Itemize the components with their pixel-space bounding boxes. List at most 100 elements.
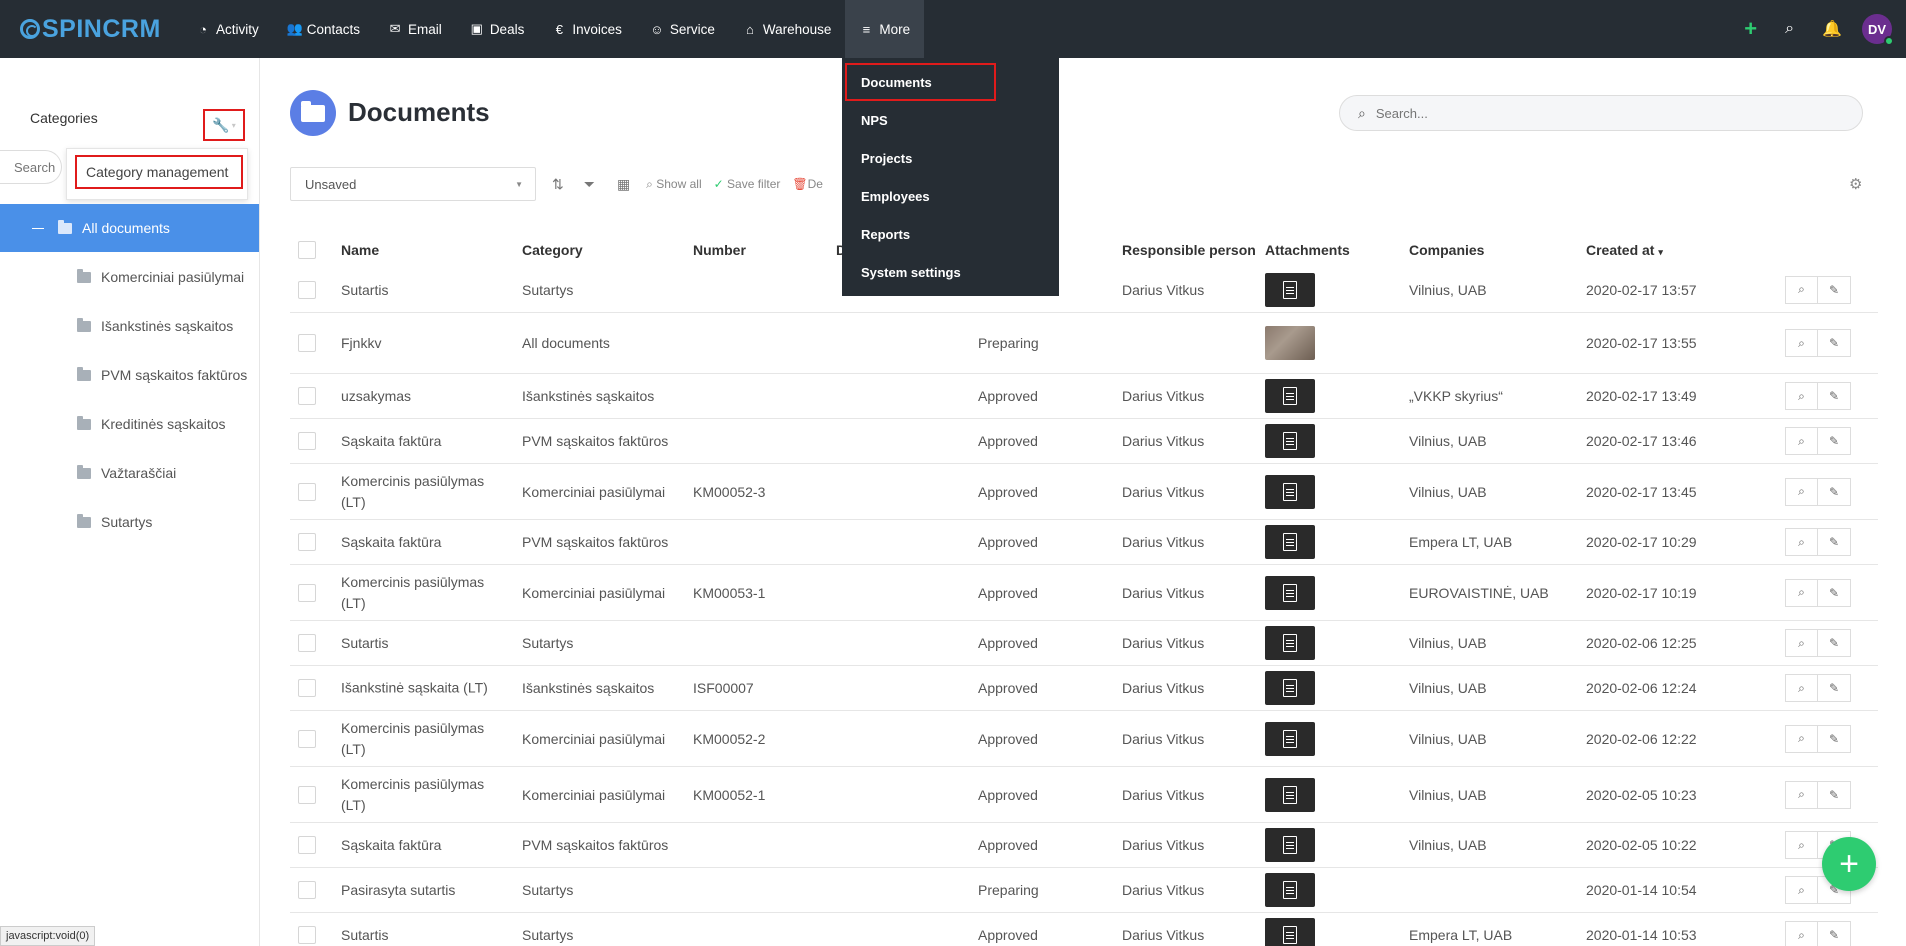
edit-button[interactable]: ✎ xyxy=(1818,780,1851,809)
row-checkbox[interactable] xyxy=(298,679,316,697)
view-button[interactable]: ⌕ xyxy=(1785,528,1818,556)
cell-company-link[interactable]: Vilnius, UAB xyxy=(1409,433,1487,449)
cell-name[interactable]: Komercinis pasiūlymas (LT) xyxy=(341,774,491,816)
add-document-fab[interactable]: + xyxy=(1822,837,1876,891)
saved-filter-select[interactable]: Unsaved ▼ xyxy=(290,167,536,201)
category-tools-button[interactable]: 🔧 ▾ xyxy=(203,109,245,141)
row-checkbox[interactable] xyxy=(298,482,316,501)
row-checkbox[interactable] xyxy=(298,280,316,299)
table-row[interactable]: Pasirasyta sutartis Sutartys Preparing Dari… xyxy=(290,867,1878,912)
table-row[interactable]: Išankstinė sąskaita (LT) Išankstinės sąsk… xyxy=(290,665,1878,710)
cell-category-link[interactable]: PVM sąskaitos faktūros xyxy=(522,433,668,449)
table-row[interactable]: Sutartis Sutartys Approved Darius Vitkus Vil… xyxy=(290,620,1878,665)
cell-category-link[interactable]: Sutartys xyxy=(522,882,573,898)
view-button[interactable]: ⌕ xyxy=(1785,674,1818,702)
user-avatar[interactable]: DV xyxy=(1862,14,1894,46)
cell-name[interactable]: Fjnkkv xyxy=(341,335,381,351)
cell-category-link[interactable]: Sutartys xyxy=(522,635,573,651)
cell-name[interactable]: Sutartis xyxy=(341,282,388,298)
nav-warehouse[interactable]: ⌂ Warehouse xyxy=(729,0,846,58)
cell-company-link[interactable]: Vilnius, UAB xyxy=(1409,731,1487,747)
cell-company-link[interactable]: Vilnius, UAB xyxy=(1409,837,1487,853)
cell-category-link[interactable]: Išankstinės sąskaitos xyxy=(522,680,654,696)
attachment-thumbnail[interactable] xyxy=(1265,424,1315,458)
category-management-option[interactable]: Category management xyxy=(75,155,243,189)
attachment-thumbnail[interactable] xyxy=(1265,379,1315,413)
nav-more[interactable]: ≡ More xyxy=(845,0,925,58)
view-button[interactable]: ⌕ xyxy=(1785,921,1818,946)
cell-company-link[interactable]: Vilnius, UAB xyxy=(1409,635,1487,651)
table-row[interactable]: Sąskaita faktūra PVM sąskaitos faktūros Ap… xyxy=(290,519,1878,564)
table-row[interactable]: Komercinis pasiūlymas (LT) Komerciniai pa… xyxy=(290,710,1878,766)
header-responsible[interactable]: Responsible person xyxy=(1122,242,1256,258)
cell-category-link[interactable]: Komerciniai pasiūlymai xyxy=(522,731,665,747)
cell-company-link[interactable]: „VKKP skyrius“ xyxy=(1409,388,1503,404)
attachment-thumbnail[interactable] xyxy=(1265,474,1315,509)
row-checkbox[interactable] xyxy=(298,729,316,748)
spincrm-logo[interactable]: SPINCRM xyxy=(20,15,182,44)
table-row[interactable]: Komercinis pasiūlymas (LT) Komerciniai pa… xyxy=(290,766,1878,822)
cell-company-link[interactable]: Vilnius, UAB xyxy=(1409,282,1487,298)
view-button[interactable]: ⌕ xyxy=(1785,724,1818,753)
table-row[interactable]: Sutartis Sutartys Approved Darius Vitkus Emp… xyxy=(290,912,1878,946)
menu-item-documents[interactable]: Documents xyxy=(845,63,996,101)
cell-category-link[interactable]: PVM sąskaitos faktūros xyxy=(522,837,668,853)
tree-item-all-documents[interactable]: All documents xyxy=(0,204,259,252)
show-all-link[interactable]: ⌕ Show all xyxy=(646,177,701,192)
nav-activity[interactable]: ◔ Activity xyxy=(182,0,273,58)
table-row[interactable]: Komercinis pasiūlymas (LT) Komerciniai pa… xyxy=(290,463,1878,519)
header-category[interactable]: Category xyxy=(522,242,583,258)
attachment-thumbnail[interactable] xyxy=(1265,828,1315,862)
cell-category-link[interactable]: Sutartys xyxy=(522,927,573,943)
view-button[interactable]: ⌕ xyxy=(1785,382,1818,410)
gear-icon[interactable]: ⚙ xyxy=(1849,175,1862,193)
cell-category-link[interactable]: Išankstinės sąskaitos xyxy=(522,388,654,404)
attachment-thumbnail[interactable] xyxy=(1265,671,1315,705)
tree-item-category[interactable]: PVM sąskaitos faktūros xyxy=(77,365,257,385)
row-checkbox[interactable] xyxy=(298,634,316,652)
sort-icon[interactable]: ⇅ xyxy=(552,176,564,193)
edit-button[interactable]: ✎ xyxy=(1818,724,1851,753)
view-button[interactable]: ⌕ xyxy=(1785,477,1818,506)
tree-item-category[interactable]: Komerciniai pasiūlymai xyxy=(77,267,257,287)
save-filter-link[interactable]: ✓ Save filter xyxy=(714,177,781,191)
view-button[interactable]: ⌕ xyxy=(1785,275,1818,304)
row-checkbox[interactable] xyxy=(298,836,316,854)
view-button[interactable]: ⌕ xyxy=(1785,629,1818,657)
attachment-thumbnail[interactable] xyxy=(1265,575,1315,610)
add-icon[interactable]: + xyxy=(1744,16,1757,42)
menu-item-system-settings[interactable]: System settings xyxy=(842,253,1059,291)
nav-deals[interactable]: ▣ Deals xyxy=(456,0,539,58)
tree-item-category[interactable]: Važtaraščiai xyxy=(77,463,257,483)
cell-name[interactable]: Sutartis xyxy=(341,927,388,943)
header-name[interactable]: Name xyxy=(341,242,379,258)
view-button[interactable]: ⌕ xyxy=(1785,427,1818,455)
tree-item-category[interactable]: Kreditinės sąskaitos xyxy=(77,414,257,434)
menu-item-nps[interactable]: NPS xyxy=(842,101,1059,139)
nav-contacts[interactable]: 👥 Contacts xyxy=(273,0,374,58)
nav-service[interactable]: ☺ Service xyxy=(636,0,729,58)
cell-category-link[interactable]: All documents xyxy=(522,335,610,351)
edit-button[interactable]: ✎ xyxy=(1818,477,1851,506)
attachment-thumbnail[interactable] xyxy=(1265,721,1315,756)
cell-name[interactable]: uzsakymas xyxy=(341,388,411,404)
edit-button[interactable]: ✎ xyxy=(1818,578,1851,607)
collapse-dash-icon[interactable] xyxy=(32,227,44,229)
row-checkbox[interactable] xyxy=(298,583,316,602)
cell-name[interactable]: Komercinis pasiūlymas (LT) xyxy=(341,572,491,614)
edit-button[interactable]: ✎ xyxy=(1818,329,1851,357)
header-attachments[interactable]: Attachments xyxy=(1265,242,1350,258)
edit-button[interactable]: ✎ xyxy=(1818,629,1851,657)
table-row[interactable]: Sutartis Sutartys Darius Vitkus Vilnius, UA… xyxy=(290,267,1878,312)
attachment-thumbnail[interactable] xyxy=(1265,525,1315,559)
nav-invoices[interactable]: € Invoices xyxy=(538,0,636,58)
cell-company-link[interactable]: Vilnius, UAB xyxy=(1409,484,1487,500)
edit-button[interactable]: ✎ xyxy=(1818,427,1851,455)
view-button[interactable]: ⌕ xyxy=(1785,329,1818,357)
row-checkbox[interactable] xyxy=(298,334,316,352)
edit-button[interactable]: ✎ xyxy=(1818,528,1851,556)
menu-item-projects[interactable]: Projects xyxy=(842,139,1059,177)
table-row[interactable]: Sąskaita faktūra PVM sąskaitos faktūros Ap… xyxy=(290,418,1878,463)
table-row[interactable]: Komercinis pasiūlymas (LT) Komerciniai pa… xyxy=(290,564,1878,620)
row-checkbox[interactable] xyxy=(298,926,316,944)
